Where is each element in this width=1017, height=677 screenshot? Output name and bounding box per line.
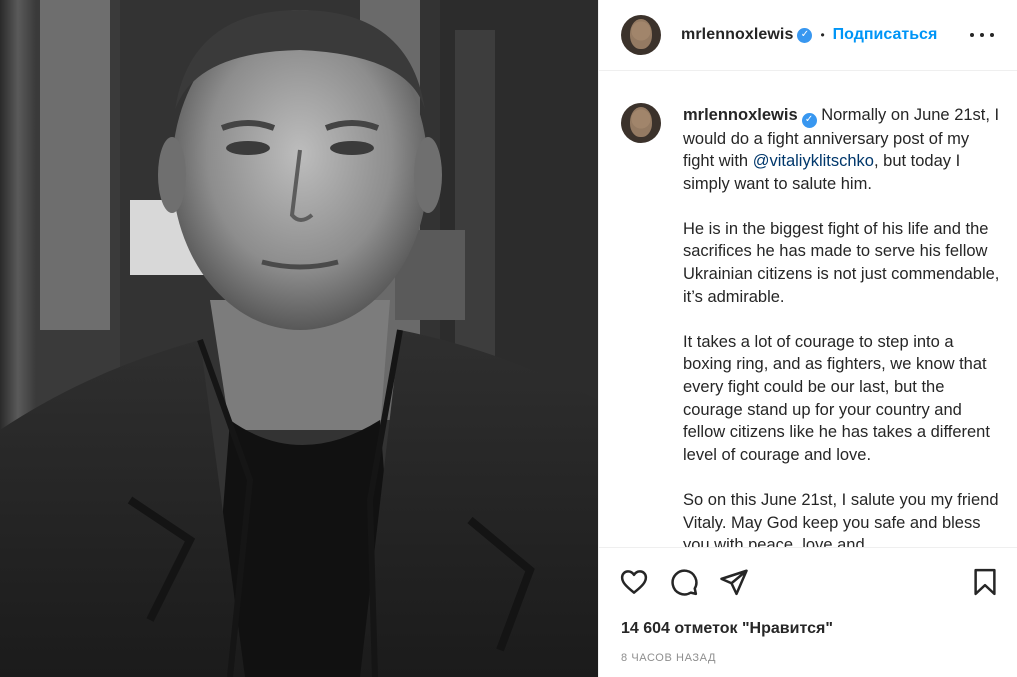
header-separator: • [820,28,825,42]
post-details-panel: mrlennoxlewis ✓ • Подписаться mrlennoxle… [598,0,1017,677]
follow-button[interactable]: Подписаться [833,26,938,44]
verified-badge-icon: ✓ [801,112,817,128]
author-username[interactable]: mrlennoxlewis [681,26,793,44]
caption-author-avatar[interactable] [621,103,661,143]
send-icon[interactable] [719,567,749,597]
caption-username[interactable]: mrlennoxlewis [683,106,798,124]
post-timestamp[interactable]: 8 ЧАСОВ НАЗАД [621,652,716,664]
author-avatar[interactable] [621,15,661,55]
bookmark-icon[interactable] [970,567,1000,597]
post-actions: 14 604 отметок "Нравится" 8 ЧАСОВ НАЗАД [599,547,1017,677]
heart-icon[interactable] [619,567,649,597]
caption-paragraph-4: So on this June 21st, I salute you my fr… [683,491,999,547]
post-caption: mrlennoxlewis ✓ Normally on June 21st, I … [683,104,1003,547]
more-options-icon[interactable] [970,24,994,46]
post-header: mrlennoxlewis ✓ • Подписаться [599,0,1017,71]
likes-count[interactable]: 14 604 отметок "Нравится" [621,620,833,638]
post-photo[interactable] [0,0,598,677]
verified-badge-icon: ✓ [797,27,813,43]
portrait-photo [0,0,598,677]
caption-paragraph-3: It takes a lot of courage to step into a… [683,332,990,464]
caption-paragraph-2: He is in the biggest fight of his life a… [683,219,1000,306]
comment-icon[interactable] [669,567,699,597]
caption-scroll-area[interactable]: mrlennoxlewis ✓ Normally on June 21st, I … [599,72,1017,547]
caption-mention-link[interactable]: @vitaliyklitschko [753,152,874,170]
